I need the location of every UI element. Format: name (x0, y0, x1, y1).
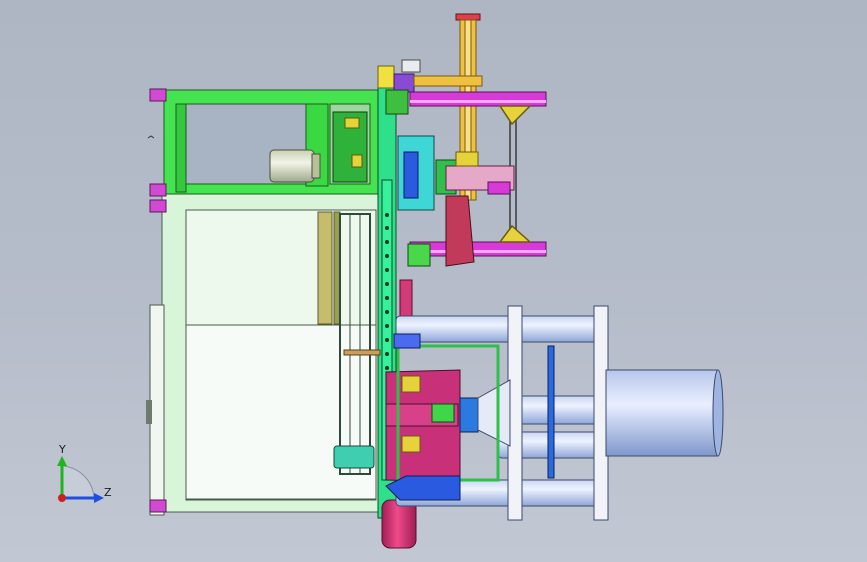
die-assembly[interactable] (385, 369, 511, 483)
x-axis-dot (58, 494, 66, 502)
guide-rail (547, 345, 555, 479)
yellow-block (344, 117, 360, 129)
cad-viewport[interactable]: Y Z (0, 0, 867, 562)
triad-y-label: Y (59, 443, 66, 456)
assembly-drawing[interactable] (0, 0, 867, 562)
support-wedge (445, 195, 475, 267)
lift-cylinder[interactable] (381, 499, 417, 549)
origin-marker (147, 135, 155, 139)
top-plate (393, 333, 421, 349)
olive-column (317, 211, 333, 325)
yellow-block-2 (351, 154, 363, 168)
shaft (343, 349, 381, 356)
main-hydraulic-cylinder[interactable] (605, 369, 724, 457)
orientation-triad (57, 456, 104, 503)
drive-motor[interactable] (269, 149, 321, 183)
belt-pulley[interactable] (333, 445, 375, 469)
lower-bracket (407, 243, 431, 267)
triad-z-label: Z (104, 486, 112, 499)
